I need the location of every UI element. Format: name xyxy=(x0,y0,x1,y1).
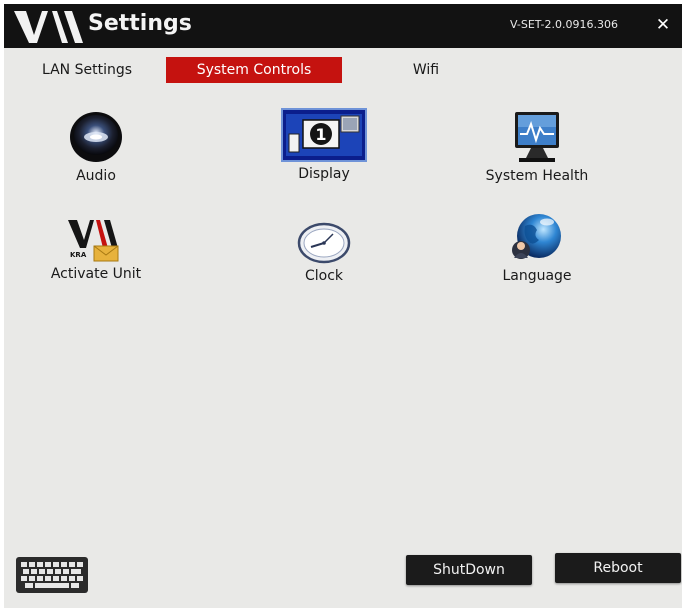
system-health-tile[interactable]: System Health xyxy=(457,110,617,184)
activate-unit-label: Activate Unit xyxy=(50,266,142,282)
tab-bar: LAN Settings System Controls Wifi xyxy=(4,54,682,84)
settings-window: Settings V-SET-2.0.0916.306 ✕ LAN Settin… xyxy=(4,4,682,608)
display-icon: 1 xyxy=(281,108,367,162)
close-icon: ✕ xyxy=(655,15,671,35)
shutdown-button[interactable]: ShutDown xyxy=(406,555,532,585)
tab-system-controls[interactable]: System Controls xyxy=(166,57,342,83)
display-tile[interactable]: 1 Display xyxy=(244,108,404,182)
clock-label: Clock xyxy=(304,268,344,284)
language-label: Language xyxy=(502,268,572,284)
audio-icon xyxy=(70,112,122,162)
audio-tile[interactable]: Audio xyxy=(16,110,176,184)
language-tile[interactable]: Language xyxy=(457,212,617,284)
tab-lan-settings[interactable]: LAN Settings xyxy=(24,57,150,83)
close-button[interactable]: ✕ xyxy=(652,13,674,37)
keyboard-button[interactable] xyxy=(16,557,88,597)
system-health-label: System Health xyxy=(485,168,589,184)
language-icon xyxy=(512,214,561,259)
activate-unit-tile[interactable]: KRA Activate Unit xyxy=(16,218,176,282)
audio-label: Audio xyxy=(76,168,116,184)
svg-text:1: 1 xyxy=(315,125,326,144)
keyboard-icon xyxy=(16,557,88,593)
via-logo-icon xyxy=(14,11,83,43)
reboot-button[interactable]: Reboot xyxy=(555,553,681,583)
display-label: Display xyxy=(298,166,350,182)
app-title: Settings xyxy=(88,11,192,36)
svg-text:KRA: KRA xyxy=(70,251,87,259)
system-health-icon xyxy=(515,112,559,162)
clock-icon xyxy=(297,222,351,264)
tab-wifi[interactable]: Wifi xyxy=(396,57,456,83)
activate-unit-icon: KRA xyxy=(68,220,119,262)
title-bar: Settings V-SET-2.0.0916.306 ✕ xyxy=(4,4,682,48)
version-label: V-SET-2.0.0916.306 xyxy=(510,18,618,31)
clock-tile[interactable]: Clock xyxy=(244,222,404,284)
